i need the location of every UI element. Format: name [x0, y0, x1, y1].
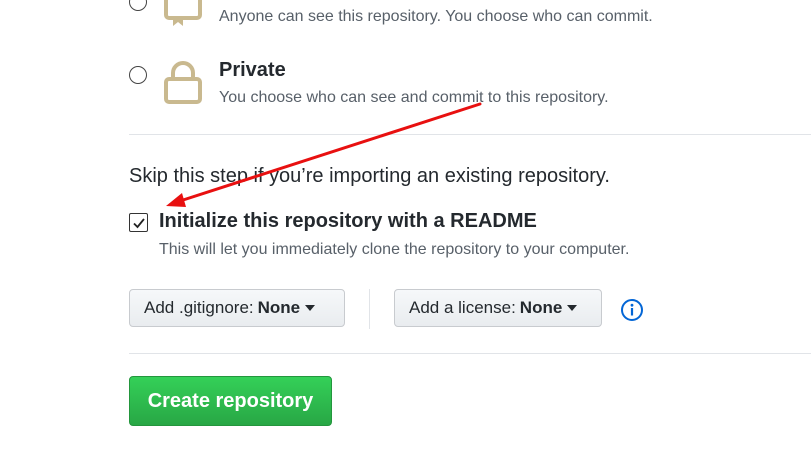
public-radio[interactable]: [129, 0, 147, 11]
readme-checkbox[interactable]: [129, 213, 148, 232]
divider-bottom: [129, 353, 811, 354]
repo-public-icon: [164, 0, 202, 26]
readme-label[interactable]: Initialize this repository with a README: [159, 210, 537, 233]
caret-down-icon: [305, 305, 316, 311]
lock-icon: [164, 60, 202, 104]
license-select[interactable]: Add a license: None: [394, 289, 602, 327]
readme-description: This will let you immediately clone the …: [159, 241, 630, 258]
caret-down-icon: [567, 305, 578, 311]
annotation-arrow: [166, 102, 482, 207]
checkmark-icon: [132, 217, 145, 228]
private-description: You choose who can see and commit to thi…: [219, 89, 609, 106]
license-label: Add a license:: [409, 298, 516, 317]
divider-top: [129, 134, 811, 135]
public-description: Anyone can see this repository. You choo…: [219, 8, 653, 25]
private-radio[interactable]: [129, 66, 147, 84]
private-title[interactable]: Private: [219, 59, 286, 82]
info-icon[interactable]: [620, 298, 644, 322]
gitignore-value: None: [257, 298, 301, 317]
options-separator: [369, 289, 370, 329]
create-repository-button[interactable]: Create repository: [129, 376, 332, 426]
license-value: None: [519, 298, 563, 317]
gitignore-select[interactable]: Add .gitignore: None: [129, 289, 345, 327]
skip-step-text: Skip this step if you’re importing an ex…: [129, 165, 610, 187]
gitignore-label: Add .gitignore:: [144, 298, 254, 317]
